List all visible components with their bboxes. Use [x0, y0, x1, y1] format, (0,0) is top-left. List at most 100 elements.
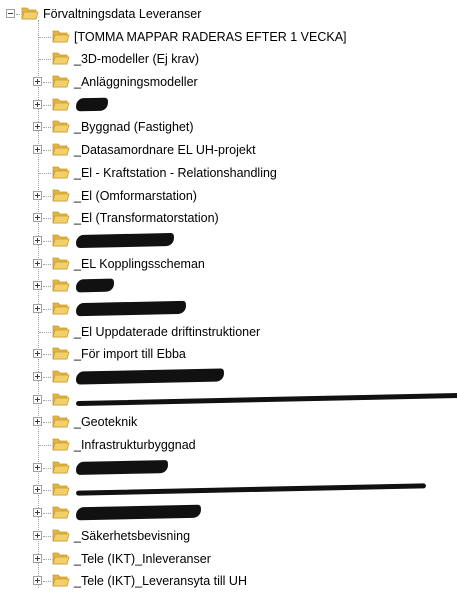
tree-connector — [43, 263, 51, 265]
tree-item-label: _Säkerhetsbevisning — [74, 528, 191, 543]
folder-icon — [52, 98, 70, 111]
tree-item-0[interactable]: [TOMMA MAPPAR RADERAS EFTER 1 VECKA] — [0, 26, 457, 49]
tree-connector — [43, 127, 51, 129]
tree-item-3[interactable] — [0, 94, 457, 117]
folder-icon — [52, 30, 70, 43]
tree-item-label: _El - Kraftstation - Relationshandling — [74, 165, 277, 180]
tree-item-19[interactable] — [0, 457, 457, 480]
expand-icon[interactable] — [33, 77, 42, 87]
tree-item-label: [TOMMA MAPPAR RADERAS EFTER 1 VECKA] — [74, 29, 347, 44]
tree-connector — [39, 36, 51, 38]
tree-root-label: Förvaltningsdata Leveranser — [43, 7, 202, 21]
folder-icon — [52, 393, 70, 406]
tree-item-6[interactable]: _El - Kraftstation - Relationshandling — [0, 162, 457, 185]
tree-connector — [43, 558, 51, 560]
tree-item-13[interactable]: _El Uppdaterade driftinstruktioner — [0, 321, 457, 344]
expand-icon[interactable] — [33, 145, 42, 155]
expand-icon[interactable] — [33, 394, 42, 404]
tree-root-row[interactable]: Förvaltningsdata Leveranser — [0, 3, 457, 26]
tree-connector — [43, 150, 51, 152]
folder-icon — [52, 370, 70, 383]
expand-icon[interactable] — [33, 303, 42, 313]
tree-item-4[interactable]: _Byggnad (Fastighet) — [0, 116, 457, 139]
folder-tree: Förvaltningsdata Leveranser [TOMMA MAPPA… — [0, 3, 457, 593]
collapse-icon[interactable] — [6, 9, 15, 18]
expand-icon[interactable] — [33, 576, 42, 586]
tree-connector — [43, 308, 51, 310]
tree-connector — [16, 14, 20, 15]
folder-icon — [52, 143, 70, 156]
tree-connector — [43, 104, 51, 106]
tree-connector — [39, 59, 51, 61]
expand-icon[interactable] — [33, 508, 42, 518]
redacted-label — [75, 459, 169, 475]
tree-item-11[interactable] — [0, 275, 457, 298]
tree-item-16[interactable] — [0, 389, 457, 412]
tree-item-label: _Datasamordnare EL UH-projekt — [74, 143, 256, 158]
tree-item-22[interactable]: _Säkerhetsbevisning — [0, 525, 457, 548]
expand-icon[interactable] — [33, 190, 42, 200]
tree-item-8[interactable]: _El (Transformatorstation) — [0, 207, 457, 230]
tree-item-12[interactable] — [0, 298, 457, 321]
folder-icon — [52, 302, 70, 315]
tree-connector — [43, 286, 51, 288]
expand-icon[interactable] — [33, 349, 42, 359]
folder-icon — [52, 484, 70, 496]
redacted-label — [75, 278, 115, 293]
folder-icon — [52, 257, 70, 269]
tree-item-24[interactable]: _Tele (IKT)_Leveransyta till UH — [0, 570, 457, 593]
expand-icon[interactable] — [33, 553, 42, 563]
tree-item-21[interactable] — [0, 502, 457, 525]
tree-connector — [39, 445, 51, 447]
tree-item-2[interactable]: _Anläggningsmodeller — [0, 71, 457, 94]
tree-item-label: _El (Omformarstation) — [74, 188, 197, 203]
folder-icon — [52, 121, 70, 133]
folder-icon — [52, 574, 70, 587]
tree-item-label: _Infrastrukturbyggnad — [74, 438, 196, 453]
tree-item-15[interactable] — [0, 366, 457, 389]
expand-icon[interactable] — [33, 417, 42, 427]
expand-icon[interactable] — [33, 213, 42, 223]
folder-icon — [52, 347, 70, 360]
tree-item-14[interactable]: _För import till Ebba — [0, 343, 457, 366]
tree-item-9[interactable] — [0, 230, 457, 253]
tree-connector — [39, 172, 51, 174]
folder-open-icon — [21, 7, 39, 20]
tree-item-7[interactable]: _El (Omformarstation) — [0, 185, 457, 208]
redacted-label — [75, 392, 457, 406]
expand-icon[interactable] — [33, 530, 42, 540]
tree-item-20[interactable] — [0, 479, 457, 502]
tree-connector — [43, 490, 51, 492]
tree-item-label: _3D-modeller (Ej krav) — [74, 52, 200, 67]
tree-item-10[interactable]: _EL Kopplingsscheman — [0, 253, 457, 276]
folder-icon — [52, 166, 70, 179]
tree-connector — [43, 377, 51, 378]
tree-item-label: _Tele (IKT)_Leveransyta till UH — [74, 574, 247, 589]
tree-item-label: _Tele (IKT)_Inleveranser — [74, 551, 211, 566]
tree-item-23[interactable]: _Tele (IKT)_Inleveranser — [0, 548, 457, 571]
tree-item-17[interactable]: _Geoteknik — [0, 411, 457, 434]
tree-item-label: _El Uppdaterade driftinstruktioner — [74, 324, 261, 339]
tree-item-label: _El (Transformatorstation) — [74, 211, 219, 226]
tree-item-18[interactable]: _Infrastrukturbyggnad — [0, 434, 457, 457]
tree-connector — [43, 82, 51, 84]
tree-connector — [43, 354, 51, 356]
expand-icon[interactable] — [33, 281, 42, 291]
tree-item-5[interactable]: _Datasamordnare EL UH-projekt — [0, 139, 457, 162]
redacted-label — [75, 232, 175, 248]
expand-icon[interactable] — [33, 258, 42, 268]
expand-icon[interactable] — [33, 122, 42, 132]
folder-icon — [52, 552, 70, 564]
expand-icon[interactable] — [33, 485, 42, 495]
expand-icon[interactable] — [33, 99, 42, 109]
folder-icon — [52, 438, 70, 451]
tree-item-1[interactable]: _3D-modeller (Ej krav) — [0, 48, 457, 71]
folder-icon — [52, 279, 70, 292]
folder-icon — [52, 234, 70, 247]
redacted-label — [75, 97, 109, 112]
expand-icon[interactable] — [33, 372, 42, 381]
expand-icon[interactable] — [33, 235, 42, 245]
expand-icon[interactable] — [33, 462, 42, 472]
tree-item-label: _EL Kopplingsscheman — [74, 256, 205, 271]
tree-connector — [43, 399, 51, 401]
